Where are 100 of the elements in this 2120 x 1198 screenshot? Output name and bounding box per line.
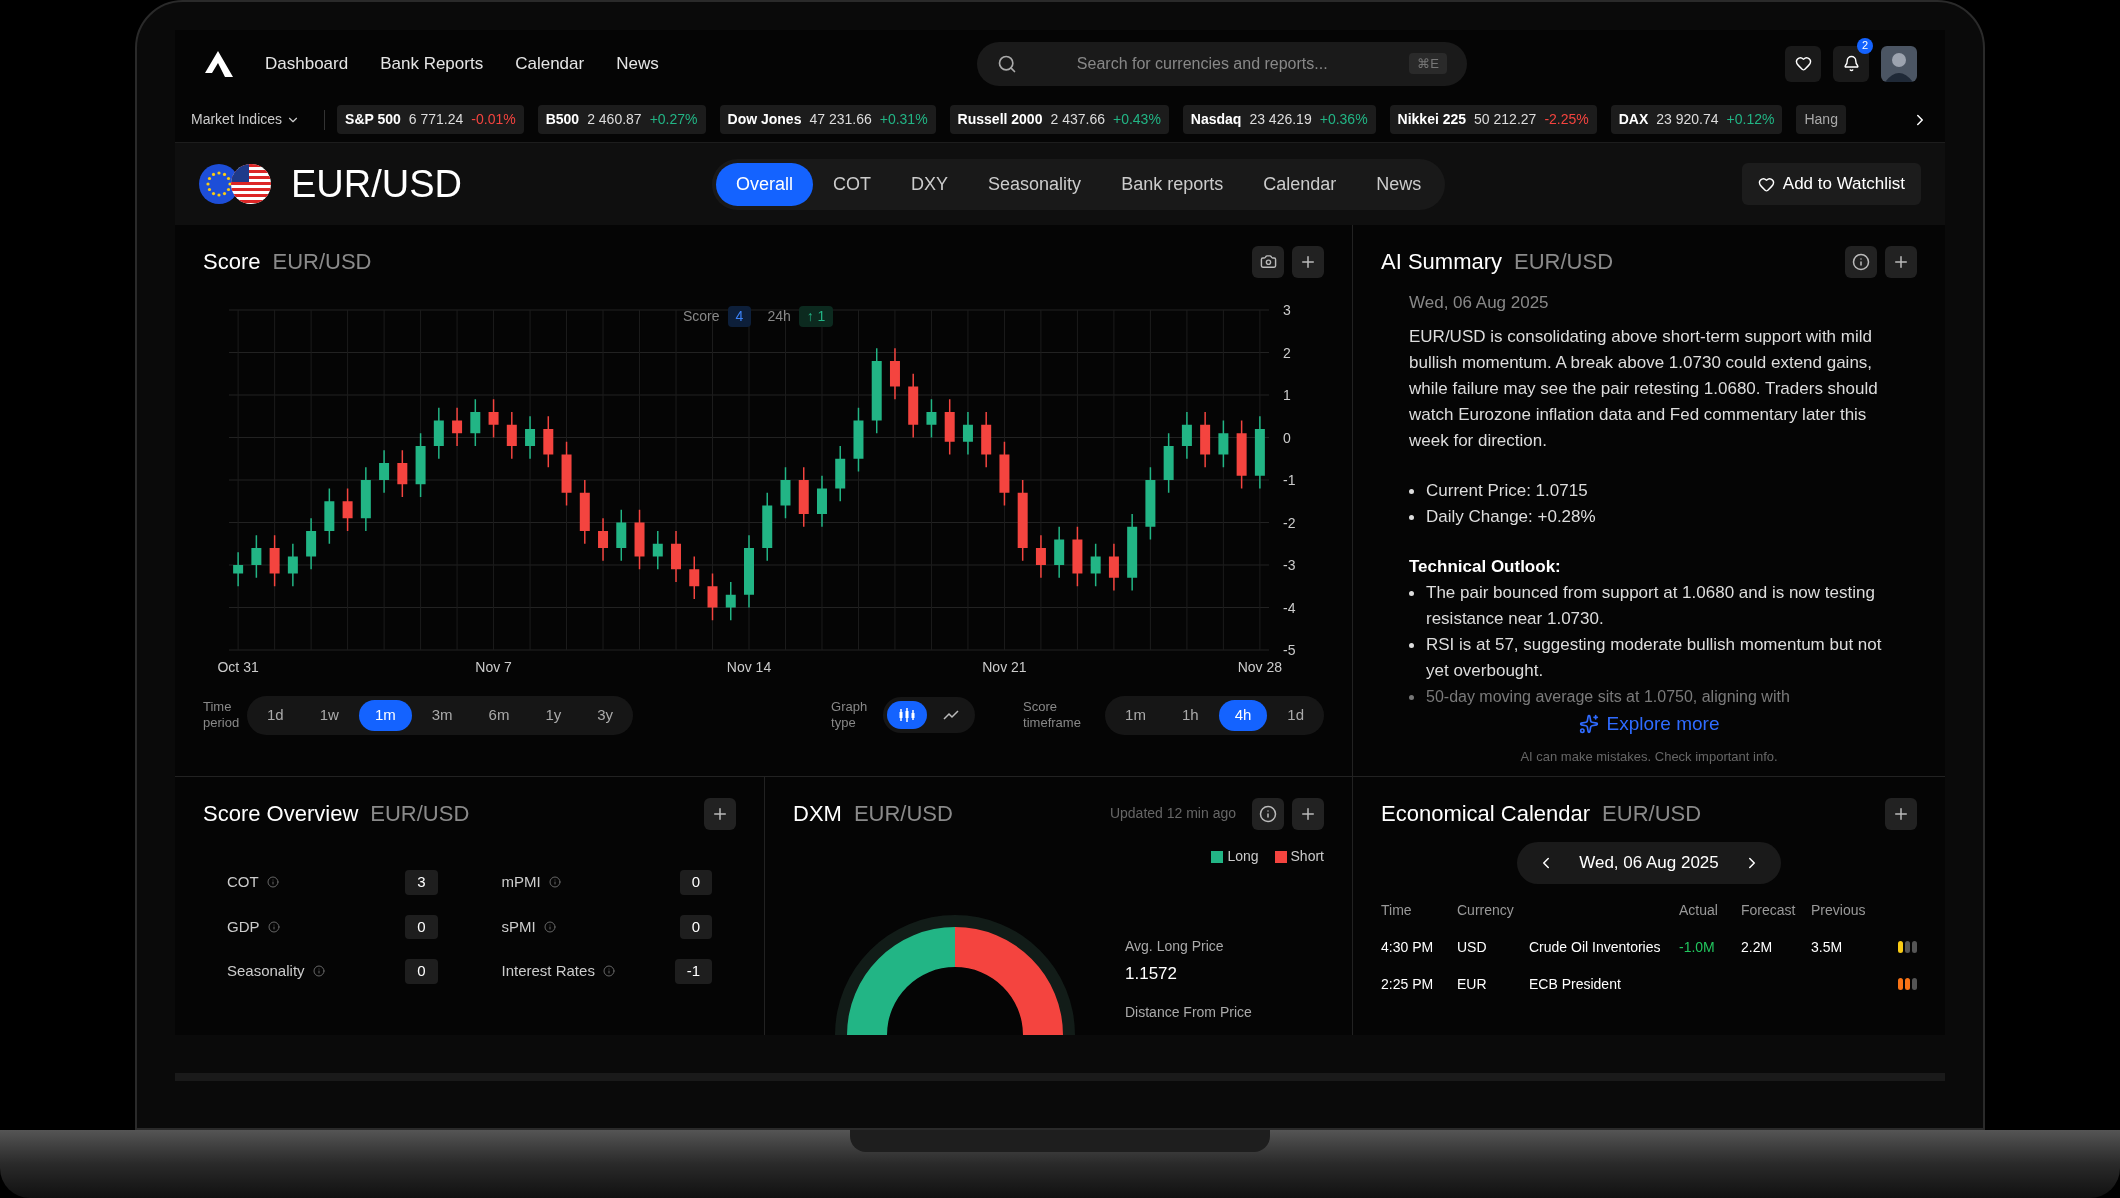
market-indices-dropdown[interactable]: Market Indices [191, 109, 313, 130]
candle [470, 398, 481, 447]
option-tab[interactable]: 1d [251, 700, 300, 731]
ticker-item[interactable]: B500 2 460.87 +0.27% [537, 105, 706, 134]
control-label: Graph type [831, 699, 869, 732]
panel-title: DXM [793, 800, 842, 828]
bell-icon [1842, 55, 1860, 72]
pair-tab[interactable]: Seasonality [968, 162, 1102, 206]
option-tab[interactable]: 1d [1271, 700, 1320, 731]
pair-tab[interactable]: Bank reports [1101, 162, 1244, 206]
search-icon [996, 53, 1017, 74]
ticker-item[interactable]: Nasdaq 23 426.19 +0.36% [1182, 105, 1376, 134]
axis-label: 2 [1283, 344, 1291, 361]
bullet-icon [1409, 643, 1414, 648]
nav-link[interactable]: Bank Reports [380, 50, 484, 77]
option-tab[interactable]: 3m [415, 700, 469, 731]
ticker-item[interactable]: S&P 500 6 771.24 -0.01% [337, 105, 524, 134]
axis-label: 0 [1283, 429, 1291, 446]
summary-bullet: Current Price: 1.0715 [1426, 480, 1588, 502]
candle [415, 432, 426, 498]
candle [1072, 526, 1083, 587]
ticker-value: 6 771.24 [408, 110, 464, 129]
ticker-name: Dow Jones [727, 110, 802, 129]
info-button[interactable] [1845, 245, 1877, 278]
sparkle-icon [1578, 714, 1599, 735]
candle [762, 492, 773, 562]
bullet-icon [1409, 695, 1414, 700]
candle [1054, 526, 1065, 579]
table-cell-text: -1.0M [1679, 937, 1716, 957]
notification-badge: 2 [1857, 37, 1873, 54]
candle [908, 373, 919, 439]
add-button[interactable] [1885, 797, 1917, 830]
score-item-label: sPMI [501, 916, 536, 937]
ticker-item[interactable]: Russell 2000 2 437.66 +0.43% [949, 105, 1169, 134]
candle [944, 398, 955, 456]
pair-tab[interactable]: Calendar [1243, 162, 1357, 206]
explore-more-button[interactable]: Explore more [1578, 710, 1720, 739]
score-item-value: 0 [679, 914, 712, 939]
nav-link[interactable]: News [616, 50, 659, 77]
option-tab[interactable]: 1m [1109, 700, 1162, 731]
candle [889, 347, 900, 400]
info-icon [1852, 252, 1870, 271]
score-item-value: -1 [674, 959, 712, 984]
us-flag-icon [231, 164, 271, 204]
candle [689, 555, 700, 600]
summary-bullet: 50-day moving average sits at 1.0750, aligning with [1426, 687, 1790, 707]
ticker-name: Nasdaq [1190, 110, 1242, 129]
candlestick-button[interactable] [887, 701, 928, 730]
nav-link[interactable]: Calendar [515, 50, 585, 77]
panel-subtitle: EUR/USD [853, 800, 953, 828]
avg-price-label: Avg. Long Price [1125, 936, 1225, 956]
option-tab[interactable]: 4h [1218, 700, 1268, 731]
panel-subtitle: EUR/USD [1602, 800, 1702, 828]
pair-tab[interactable]: COT [813, 162, 892, 206]
axis-label: -2 [1283, 514, 1296, 531]
nav-link[interactable]: Dashboard [265, 50, 349, 77]
pair-tab[interactable]: DXY [891, 162, 969, 206]
summary-bullet: Daily Change: +0.28% [1426, 506, 1596, 528]
add-button[interactable] [1292, 797, 1324, 830]
axis-label: -1 [1283, 472, 1296, 488]
option-tab[interactable]: 6m [472, 700, 526, 731]
ticker-item[interactable]: Nikkei 225 50 212.27 -2.25% [1389, 105, 1597, 134]
candle [1236, 419, 1247, 490]
favorites-button[interactable] [1785, 45, 1821, 82]
option-tab[interactable]: 1h [1165, 700, 1215, 731]
section-title: Technical Outlook: [1409, 556, 1562, 578]
ticker-item[interactable]: Hang [1796, 105, 1846, 134]
ticker-item[interactable]: Dow Jones 47 231.66 +0.31% [719, 105, 936, 134]
candle [1163, 432, 1174, 494]
ticker-value: 23 426.19 [1249, 110, 1312, 129]
avatar-icon[interactable] [1881, 45, 1917, 82]
info-button[interactable] [1252, 797, 1284, 830]
camera-button[interactable] [1252, 245, 1284, 278]
score-item-value: 0 [405, 914, 438, 939]
add-button[interactable] [704, 797, 736, 830]
option-tab[interactable]: 1w [303, 700, 355, 731]
candle [725, 581, 736, 621]
candle [798, 466, 809, 528]
axis-label: 1 [1283, 387, 1291, 403]
candle [579, 479, 590, 545]
score-item-label: COT [227, 872, 259, 892]
candlestick-icon [898, 708, 917, 723]
candle [999, 441, 1010, 507]
ticker-item[interactable]: DAX 23 920.74 +0.12% [1610, 105, 1783, 134]
add-button[interactable] [1292, 245, 1324, 278]
option-tab[interactable]: 1m [358, 700, 412, 731]
option-tab[interactable]: 3y [581, 700, 630, 731]
logo-icon[interactable] [203, 50, 233, 77]
add-button[interactable] [1885, 245, 1917, 278]
option-tab[interactable]: 1y [529, 700, 578, 731]
table-cell-text: Crude Oil Inventories [1529, 937, 1662, 957]
pair-tab[interactable]: Overall [716, 162, 814, 206]
ticker-change: -0.01% [471, 110, 516, 129]
candle [780, 466, 791, 519]
ticker-name: Hang [1804, 110, 1838, 129]
candle [452, 407, 463, 447]
candle [853, 407, 864, 473]
candle [981, 411, 992, 468]
watchlist-button[interactable]: Add to Watchlist [1741, 163, 1921, 205]
pair-tab[interactable]: News [1356, 162, 1442, 206]
